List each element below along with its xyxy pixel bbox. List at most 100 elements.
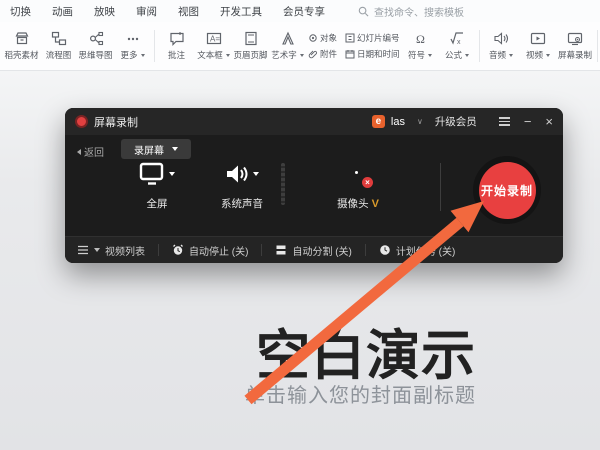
menu-view[interactable]: 视图 (178, 4, 199, 19)
toolbar-attachment[interactable]: 附件 (308, 48, 337, 60)
header-footer-icon (243, 31, 259, 46)
toolbar-screen-record[interactable]: 屏幕录制 (557, 24, 594, 68)
dialog-title: 屏幕录制 (94, 114, 366, 130)
search-icon (358, 6, 369, 17)
toolbar-symbol[interactable]: Ω 符号 (402, 24, 439, 68)
toolbar-comment[interactable]: 批注 (158, 24, 195, 68)
menu-devtools[interactable]: 开发工具 (220, 4, 262, 19)
toolbar-object[interactable]: 对象 (308, 32, 337, 44)
svg-text:x: x (457, 39, 461, 46)
record-mode-dropdown[interactable]: 录屏幕 (121, 139, 191, 159)
toolbar-datetime[interactable]: 日期和时间 (345, 48, 400, 60)
toolbar-compact-group: 对象 幻灯片编号 附件 日期和时间 (308, 24, 400, 68)
menu-slideshow[interactable]: 放映 (94, 4, 115, 19)
menu-icon[interactable] (499, 115, 510, 128)
screen-record-dialog: 屏幕录制 e las ∨ 升级会员 − × 返回 录屏幕 全屏 系统声音 (65, 108, 563, 263)
shop-icon (14, 31, 30, 46)
toolbar-more[interactable]: 更多 (114, 24, 151, 68)
clock-icon (379, 244, 391, 256)
upgrade-member-link[interactable]: 升级会员 (435, 114, 477, 129)
scheduled-task-button[interactable]: 计划任务 (关) (379, 243, 455, 258)
menu-member[interactable]: 会员专享 (283, 4, 325, 19)
dropdown-caret-icon (428, 54, 432, 57)
ribbon-toolbar: 稻壳素材 流程图 思维导图 更多 批注 A= 文本框 页眉页脚 艺术字 对象 (0, 22, 600, 71)
formula-icon: x (449, 31, 465, 46)
alarm-clock-icon (172, 244, 184, 256)
toolbar-mindmap[interactable]: 思维导图 (77, 24, 114, 68)
auto-stop-button[interactable]: 自动停止 (关) (172, 243, 248, 258)
paperclip-icon (308, 49, 318, 59)
dropdown-caret-icon (300, 54, 304, 57)
back-arrow-icon (77, 149, 81, 155)
toolbar-audio[interactable]: 音频 (483, 24, 520, 68)
camera-option[interactable]: × 摄像头V (328, 161, 388, 211)
svg-text:A=: A= (210, 35, 220, 44)
dropdown-caret-icon (546, 54, 550, 57)
toolbar-textbox[interactable]: A= 文本框 (195, 24, 232, 68)
camera-off-badge-icon: × (362, 177, 373, 188)
auto-split-button[interactable]: 自动分割 (关) (275, 243, 351, 258)
flowchart-icon (51, 31, 67, 46)
omega-icon: Ω (412, 31, 428, 46)
menu-animation[interactable]: 动画 (52, 4, 73, 19)
object-icon (308, 33, 318, 43)
dropdown-caret-icon (226, 54, 230, 57)
fullscreen-option[interactable]: 全屏 (127, 161, 187, 211)
section-divider (281, 163, 285, 205)
close-button[interactable]: × (545, 115, 553, 128)
command-search[interactable]: 查找命令、搜索模板 (358, 4, 464, 19)
toolbar-separator (154, 30, 155, 62)
dropdown-caret-icon (253, 172, 259, 176)
textbox-icon: A= (206, 31, 222, 46)
toolbar-flowchart[interactable]: 流程图 (40, 24, 77, 68)
start-record-button[interactable]: 开始录制 (479, 162, 536, 219)
back-button[interactable]: 返回 (77, 144, 104, 159)
account-dropdown-icon[interactable]: ∨ (417, 117, 423, 126)
camera-dropdown-icon: V (372, 198, 379, 210)
toolbar-formula[interactable]: x 公式 (439, 24, 476, 68)
brand-name: las (391, 116, 405, 128)
audio-icon (493, 31, 509, 46)
slide-subtitle-placeholder[interactable]: 单击输入您的封面副标题 (245, 379, 476, 408)
comment-icon (169, 31, 185, 46)
menu-transition[interactable]: 切换 (10, 4, 31, 19)
toolbar-header-footer[interactable]: 页眉页脚 (232, 24, 269, 68)
toolbar-separator (597, 30, 598, 62)
search-placeholder-text: 查找命令、搜索模板 (374, 4, 464, 19)
menu-bar: 切换 动画 放映 审阅 视图 开发工具 会员专享 查找命令、搜索模板 (0, 0, 600, 22)
list-icon (77, 245, 89, 255)
dialog-titlebar: 屏幕录制 e las ∨ 升级会员 − × (65, 108, 563, 135)
svg-text:Ω: Ω (416, 32, 425, 46)
dropdown-caret-icon (465, 54, 469, 57)
monitor-icon (139, 162, 165, 186)
record-logo-icon (75, 115, 88, 128)
split-icon (275, 244, 287, 256)
dialog-footer: 视频列表 自动停止 (关) 自动分割 (关) 计划任务 (关) (65, 236, 563, 263)
vertical-divider (440, 163, 441, 211)
footer-separator (365, 244, 366, 256)
toolbar-slide-number[interactable]: 幻灯片编号 (345, 32, 400, 44)
webcam-icon: × (347, 163, 369, 185)
calendar-icon (345, 49, 355, 59)
footer-separator (158, 244, 159, 256)
minimize-button[interactable]: − (524, 115, 532, 128)
dropdown-caret-icon (94, 248, 100, 252)
toolbar-separator (479, 30, 480, 62)
video-list-button[interactable]: 视频列表 (77, 243, 145, 258)
wordart-icon (280, 31, 296, 46)
toolbar-wordart[interactable]: 艺术字 (269, 24, 306, 68)
screen-record-icon (567, 31, 583, 46)
more-dots-icon (125, 31, 141, 46)
record-button-ring: 开始录制 (473, 156, 541, 224)
footer-separator (261, 244, 262, 256)
slide-number-icon (345, 33, 355, 43)
wps-presentation-window: { "menubar": { "items": ["切换", "动画", "放映… (0, 0, 600, 450)
brand-logo-icon: e (372, 115, 385, 128)
mindmap-icon (88, 31, 104, 46)
dropdown-caret-icon (169, 172, 175, 176)
toolbar-video[interactable]: 视频 (520, 24, 557, 68)
menu-review[interactable]: 审阅 (136, 4, 157, 19)
video-icon (530, 31, 546, 46)
toolbar-docer-assets[interactable]: 稻壳素材 (3, 24, 40, 68)
system-sound-option[interactable]: 系统声音 (212, 161, 272, 211)
